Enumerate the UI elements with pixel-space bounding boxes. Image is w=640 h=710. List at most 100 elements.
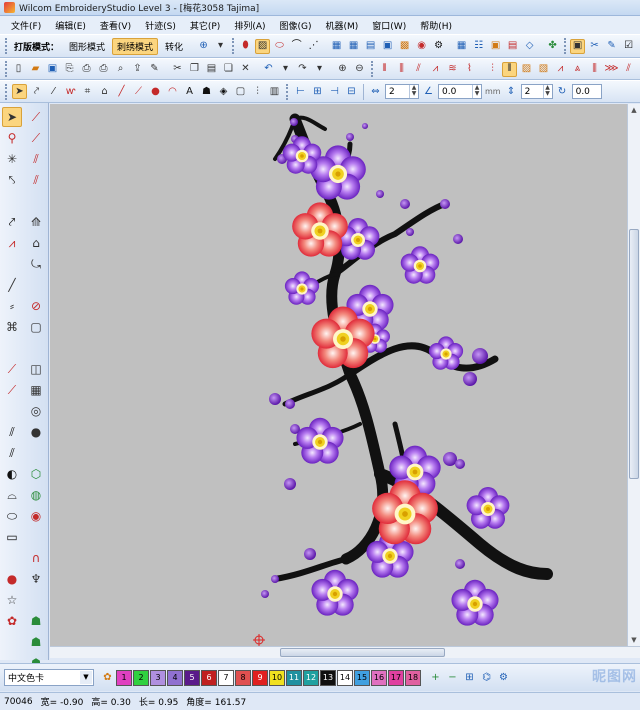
align-left-icon[interactable]: ⊢ — [293, 84, 308, 99]
people-b-icon[interactable]: ☗ — [26, 632, 46, 652]
thread-color-icon[interactable]: ◉ — [414, 39, 429, 54]
toolbar-grip[interactable] — [5, 83, 8, 100]
people-icon[interactable]: ☗ — [199, 84, 214, 99]
fancy-fill-icon[interactable]: ≋ — [445, 62, 460, 77]
spin-arrows-icon[interactable]: ▲ ▼ — [542, 85, 552, 98]
export-icon[interactable]: ⎙ — [79, 62, 94, 77]
scroll-up-icon[interactable]: ▲ — [630, 106, 638, 114]
open-folder-icon[interactable]: ▰ — [28, 62, 43, 77]
tatami-stitch-icon[interactable]: ⫼ — [394, 62, 409, 77]
send-icon[interactable]: ⇪ — [130, 62, 145, 77]
people-a-icon[interactable]: ☗ — [26, 611, 46, 631]
import-icon[interactable]: ⎘ — [62, 62, 77, 77]
select-arrow-icon[interactable]: ➤ — [2, 107, 22, 127]
color-swatch[interactable]: 3 — [150, 669, 166, 686]
nested-square-icon[interactable]: ◫ — [26, 359, 46, 379]
angle-icon[interactable]: ∠ — [421, 84, 436, 99]
gear-icon[interactable]: ⚙ — [431, 39, 446, 54]
print-icon[interactable]: ⎙ — [96, 62, 111, 77]
offset-icon[interactable]: ⇕ — [504, 84, 519, 99]
duplicate-icon[interactable]: ❏ — [221, 62, 236, 77]
star-select-icon[interactable]: ✳ — [2, 149, 22, 169]
distribute-icon[interactable]: ⊟ — [344, 84, 359, 99]
new-file-icon[interactable]: ▯ — [11, 62, 26, 77]
diamond-icon[interactable]: ◈ — [216, 84, 231, 99]
hatch-fill-icon[interactable]: ▨ — [255, 38, 271, 54]
stitch-type-f-icon[interactable]: ⩓ — [570, 62, 585, 77]
reshape-icon[interactable]: ⚲ — [2, 128, 22, 148]
offset-field[interactable]: 2 ▲ ▼ — [520, 84, 553, 99]
pen-icon[interactable]: ✎ — [604, 39, 619, 54]
hatch-icon[interactable]: ▥ — [267, 84, 282, 99]
stitch-type-h-icon[interactable]: ⋙ — [604, 62, 619, 77]
sphere-icon[interactable]: ● — [26, 422, 46, 442]
add-color-icon[interactable]: + — [428, 670, 443, 685]
palette-select[interactable]: 中文色卡 ▼ — [4, 669, 94, 686]
tab-embroidery-mode[interactable]: 刺绣模式 — [112, 37, 159, 55]
stitch-type-e-icon[interactable]: ⩘ — [553, 62, 568, 77]
horizontal-scroll-thumb[interactable] — [280, 648, 445, 657]
checkbox-icon[interactable]: ☑ — [621, 39, 636, 54]
zoom-out-icon[interactable]: ⊖ — [352, 62, 367, 77]
color-swatch[interactable]: 17 — [388, 669, 404, 686]
print-preview-icon[interactable]: ⌕ — [113, 62, 128, 77]
grid-icon[interactable]: ▦ — [329, 39, 344, 54]
zigzag-stitch-icon[interactable]: ⩘ — [428, 62, 443, 77]
view-stitches-icon[interactable]: ▤ — [505, 39, 520, 54]
pattern-fill-icon[interactable]: ▦ — [26, 380, 46, 400]
color-swatch[interactable]: 5 — [184, 669, 200, 686]
menu-arrange[interactable]: 排列(A) — [227, 19, 272, 32]
color-swatch[interactable]: 16 — [371, 669, 387, 686]
line-icon[interactable]: ╱ — [114, 84, 129, 99]
rotate-field[interactable]: 0.0 — [571, 84, 602, 99]
ellipse-tool-icon[interactable]: ⬭ — [2, 506, 22, 526]
stitch-type-g-icon[interactable]: ⫼ — [587, 62, 602, 77]
menu-edit[interactable]: 编辑(E) — [48, 19, 93, 32]
select-arrow-icon[interactable]: ➤ — [12, 84, 27, 99]
rectangle-tool-icon[interactable]: ▭ — [2, 527, 22, 547]
stitch-type-i-icon[interactable]: ⫽ — [621, 62, 636, 77]
flower-icon[interactable]: ✿ — [2, 611, 22, 631]
zigzag-icon[interactable]: ⩘ — [2, 233, 22, 253]
reshape-icon[interactable]: ⤤ — [29, 84, 44, 99]
toolbar-grip[interactable] — [5, 38, 7, 54]
menu-view[interactable]: 查看(V) — [93, 19, 138, 32]
stitch-type-b-icon[interactable]: ⫴ — [502, 61, 517, 77]
menu-window[interactable]: 窗口(W) — [365, 19, 413, 32]
color-swatch[interactable]: 9 — [252, 669, 268, 686]
satin-stitch-icon[interactable]: ⫴ — [377, 62, 392, 77]
image-icon[interactable]: ▩ — [397, 39, 412, 54]
spin-arrows-icon[interactable]: ▲ ▼ — [409, 85, 418, 98]
shell-icon[interactable]: ♆ — [26, 569, 46, 589]
color-swatch[interactable]: 1 — [116, 669, 132, 686]
tab-graphics-mode[interactable]: 图形模式 — [64, 38, 110, 55]
lettering-icon[interactable]: A — [182, 84, 197, 99]
pencil-curve-icon[interactable]: ⌒ — [289, 39, 304, 54]
menu-stitch[interactable]: 针迹(S) — [138, 19, 183, 32]
knife-icon[interactable]: ⤤ — [2, 212, 22, 232]
branch-icon[interactable]: ⱳ — [63, 84, 78, 99]
menu-image[interactable]: 图像(G) — [273, 19, 319, 32]
color-swatch[interactable]: 12 — [303, 669, 319, 686]
palette-settings-icon[interactable]: ⚙ — [496, 670, 511, 685]
menu-machine[interactable]: 机器(M) — [319, 19, 366, 32]
vertical-scroll-thumb[interactable] — [629, 229, 639, 479]
pencil-icon[interactable]: ✎ — [147, 62, 162, 77]
color-swatch[interactable]: 8 — [235, 669, 251, 686]
circle-fill-icon[interactable]: ● — [2, 569, 22, 589]
toolbar-grip[interactable] — [5, 61, 7, 77]
copy-icon[interactable]: ❐ — [187, 62, 202, 77]
rotate-icon[interactable]: ↻ — [555, 84, 570, 99]
circle-pattern-icon[interactable]: ◎ — [26, 401, 46, 421]
stitch-type-d-icon[interactable]: ▧ — [536, 62, 551, 77]
column-b-icon[interactable]: ⟋ — [26, 128, 46, 148]
toolbar-grip[interactable] — [232, 38, 235, 54]
preview-icon[interactable]: ▣ — [570, 38, 586, 54]
toolbar-grip[interactable] — [564, 38, 567, 54]
curve-shape-icon[interactable]: ⌓ — [2, 485, 22, 505]
cut-icon[interactable]: ✂ — [170, 62, 185, 77]
lasso-icon[interactable]: ⤣ — [2, 170, 22, 190]
frame-select-icon[interactable]: ▢ — [233, 84, 248, 99]
chevron-down-icon[interactable]: ▾ — [213, 39, 228, 54]
hexagon-icon[interactable]: ⬡ — [26, 464, 46, 484]
